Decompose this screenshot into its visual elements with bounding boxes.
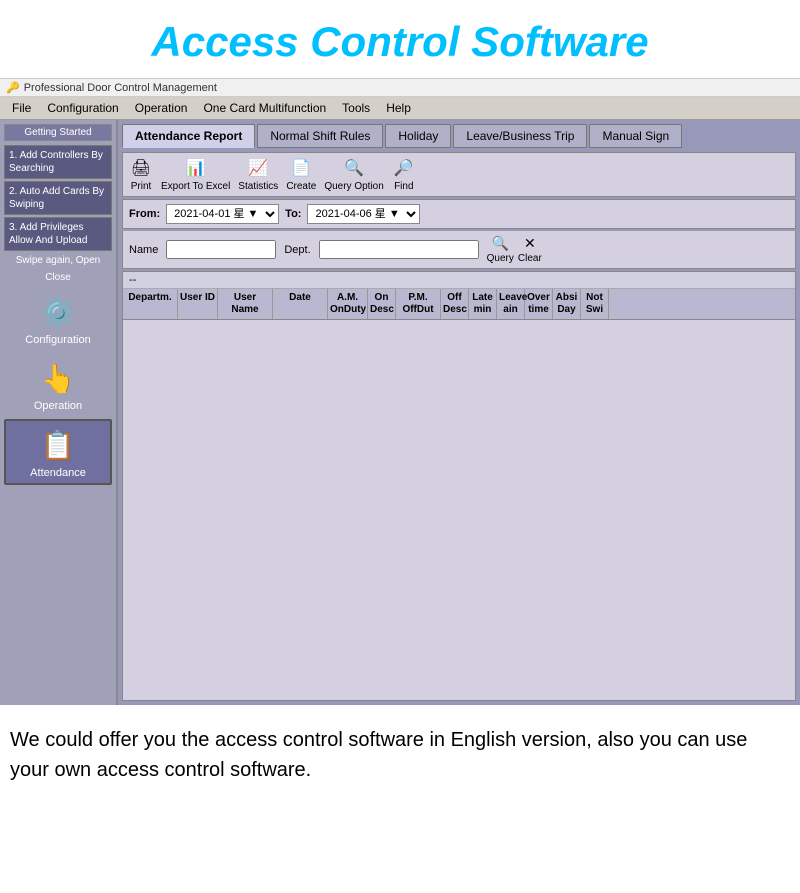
- getting-started-title: Getting Started: [4, 124, 112, 141]
- query-option-label: Query Option: [324, 181, 383, 192]
- create-icon: 📄: [289, 157, 313, 179]
- to-date-select[interactable]: 2021-04-06 星 ▼: [307, 204, 420, 224]
- col-late-min: Late min: [469, 289, 497, 319]
- menu-one-card[interactable]: One Card Multifunction: [195, 99, 334, 117]
- sidebar: Getting Started 1. Add Controllers By Se…: [0, 120, 118, 705]
- col-off-desc: Off Desc: [441, 289, 469, 319]
- sidebar-close[interactable]: Close: [4, 270, 112, 285]
- app-title: Access Control Software: [0, 0, 800, 78]
- content-area: Attendance Report Normal Shift Rules Hol…: [118, 120, 800, 705]
- toolbar-print[interactable]: 🖨 Print: [129, 157, 153, 192]
- col-overtime: Over time: [525, 289, 553, 319]
- toolbar: 🖨 Print 📊 Export To Excel 📈 Statistics 📄…: [122, 152, 796, 197]
- col-leave: Leave ain: [497, 289, 525, 319]
- query-clear-bar: 🔍 Query ✕ Clear: [487, 235, 542, 264]
- table-empty-area: [123, 320, 795, 700]
- to-label: To:: [285, 208, 301, 220]
- toolbar-export[interactable]: 📊 Export To Excel: [161, 157, 230, 192]
- pro-bar-text: Professional Door Control Management: [24, 82, 217, 94]
- configuration-icon: ⚙️: [38, 292, 78, 332]
- sidebar-swipe-open[interactable]: Swipe again, Open: [4, 253, 112, 268]
- sidebar-btn-configuration[interactable]: ⚙️ Configuration: [4, 287, 112, 351]
- menu-tools[interactable]: Tools: [334, 99, 378, 117]
- operation-icon: 👆: [38, 358, 78, 398]
- dept-input[interactable]: [319, 240, 479, 259]
- menu-file[interactable]: File: [4, 99, 39, 117]
- sidebar-btn-operation[interactable]: 👆 Operation: [4, 353, 112, 417]
- pro-bar: 🔑 Professional Door Control Management: [0, 78, 800, 97]
- toolbar-create[interactable]: 📄 Create: [286, 157, 316, 192]
- name-input[interactable]: [166, 240, 276, 259]
- tab-normal-shift-rules[interactable]: Normal Shift Rules: [257, 124, 383, 148]
- col-user-name: User Name: [218, 289, 273, 319]
- operation-label: Operation: [34, 400, 82, 412]
- export-label: Export To Excel: [161, 181, 230, 192]
- statistics-label: Statistics: [238, 181, 278, 192]
- create-label: Create: [286, 181, 316, 192]
- menu-bar: File Configuration Operation One Card Mu…: [0, 97, 800, 120]
- menu-operation[interactable]: Operation: [127, 99, 196, 117]
- col-absi: Absi Day: [553, 289, 581, 319]
- export-icon: 📊: [184, 157, 208, 179]
- sidebar-btn-attendance[interactable]: 📋 Attendance: [4, 419, 112, 485]
- name-label: Name: [129, 244, 158, 256]
- table-header-row: Departm. User ID User Name Date A.M. OnD…: [123, 289, 795, 320]
- query-button[interactable]: 🔍 Query: [487, 235, 514, 264]
- clear-label: Clear: [518, 253, 542, 264]
- attendance-icon: 📋: [38, 425, 78, 465]
- attendance-label: Attendance: [30, 467, 86, 479]
- statistics-icon: 📈: [246, 157, 270, 179]
- col-date: Date: [273, 289, 328, 319]
- from-label: From:: [129, 208, 160, 220]
- toolbar-statistics[interactable]: 📈 Statistics: [238, 157, 278, 192]
- sidebar-step-2[interactable]: 2. Auto Add Cards By Swiping: [4, 181, 112, 215]
- col-user-id: User ID: [178, 289, 218, 319]
- toolbar-query-option[interactable]: 🔍 Query Option: [324, 157, 383, 192]
- print-icon: 🖨: [129, 157, 153, 179]
- main-area: Getting Started 1. Add Controllers By Se…: [0, 120, 800, 705]
- col-not-swi: Not Swi: [581, 289, 609, 319]
- key-icon: 🔑: [6, 81, 20, 94]
- tab-holiday[interactable]: Holiday: [385, 124, 451, 148]
- menu-configuration[interactable]: Configuration: [39, 99, 126, 117]
- name-dept-bar: Name Dept. 🔍 Query ✕ Clear: [122, 231, 796, 269]
- query-label: Query: [487, 253, 514, 264]
- tab-manual-sign[interactable]: Manual Sign: [589, 124, 682, 148]
- col-am-onduty: A.M. OnDuty: [328, 289, 368, 319]
- query-icon: 🔍: [492, 235, 509, 252]
- clear-icon: ✕: [524, 235, 536, 252]
- bottom-text: We could offer you the access control so…: [0, 705, 800, 805]
- tab-leave-business[interactable]: Leave/Business Trip: [453, 124, 587, 148]
- query-option-icon: 🔍: [342, 157, 366, 179]
- sidebar-step-3[interactable]: 3. Add Privileges Allow And Upload: [4, 217, 112, 251]
- col-departm: Departm.: [123, 289, 178, 319]
- find-icon: 🔎: [392, 157, 416, 179]
- col-on-desc: On Desc: [368, 289, 396, 319]
- table-separator: --: [123, 272, 795, 289]
- sidebar-step-1[interactable]: 1. Add Controllers By Searching: [4, 145, 112, 179]
- configuration-label: Configuration: [25, 334, 90, 346]
- clear-button[interactable]: ✕ Clear: [518, 235, 542, 264]
- toolbar-find[interactable]: 🔎 Find: [392, 157, 416, 192]
- tab-attendance-report[interactable]: Attendance Report: [122, 124, 255, 148]
- tab-bar: Attendance Report Normal Shift Rules Hol…: [122, 124, 796, 148]
- find-label: Find: [394, 181, 413, 192]
- date-filter-bar: From: 2021-04-01 星 ▼ To: 2021-04-06 星 ▼: [122, 199, 796, 229]
- col-pm-offduty: P.M. OffDut: [396, 289, 441, 319]
- dept-label: Dept.: [284, 244, 310, 256]
- table-container: -- Departm. User ID User Name Date A.M. …: [122, 271, 796, 701]
- menu-help[interactable]: Help: [378, 99, 419, 117]
- print-label: Print: [131, 181, 152, 192]
- from-date-select[interactable]: 2021-04-01 星 ▼: [166, 204, 279, 224]
